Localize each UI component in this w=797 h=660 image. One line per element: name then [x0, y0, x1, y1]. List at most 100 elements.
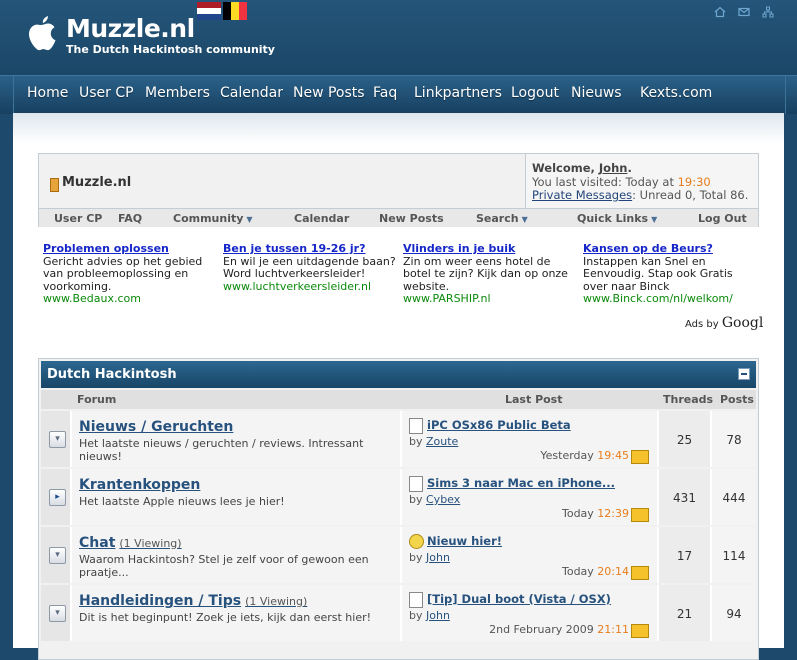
column-header-posts: Posts [720, 393, 754, 406]
ad-block: Kansen op de Beurs? Instappen kan Snel e… [583, 242, 758, 306]
forum-row: ▸ Krantenkoppen Het laatste Apple nieuws… [41, 469, 756, 525]
ad-text: Gericht advies op het gebied van problee… [43, 254, 203, 293]
netherlands-flag-icon[interactable] [197, 2, 221, 20]
nav-members[interactable]: Members [145, 85, 210, 101]
nav-linkpartners[interactable]: Linkpartners [414, 85, 502, 101]
nav-nieuws[interactable]: Nieuws [571, 85, 622, 101]
nav-logout[interactable]: Logout [511, 85, 559, 101]
document-icon [409, 592, 423, 608]
go-to-last-post-icon[interactable] [631, 566, 649, 580]
thread-count: 17 [676, 549, 693, 563]
chevron-down-icon: ▼ [521, 215, 528, 224]
go-to-last-post-icon[interactable] [631, 508, 649, 522]
forum-title-link[interactable]: Handleidingen / Tips (1 Viewing) [79, 593, 307, 609]
site-header: Muzzle.nl The Dutch Hackintosh community [0, 0, 797, 75]
category-title-link[interactable]: Dutch Hackintosh [47, 367, 177, 382]
ad-url-link[interactable]: www.luchtverkeersleider.nl [223, 280, 398, 294]
apple-logo-icon[interactable] [22, 14, 60, 56]
last-post-date: Today 20:14 [561, 565, 629, 578]
forum-status-new-icon: ▸ [49, 489, 66, 506]
breadcrumb-site-title[interactable]: Muzzle.nl [62, 175, 131, 190]
nav-faq[interactable]: Faq [373, 85, 397, 101]
forum-row: ▾ Chat (1 Viewing) Waarom Hackintosh? Ste… [41, 527, 756, 583]
ad-text: Zin om weer eens hotel de botel te zijn?… [403, 254, 568, 293]
ad-url-link[interactable]: www.Binck.com/nl/welkom/ [583, 292, 758, 306]
quick-links-menu[interactable]: Quick Links ▼ [577, 212, 657, 225]
quick-faq[interactable]: FAQ [118, 212, 142, 225]
welcome-username-link[interactable]: John [599, 161, 628, 175]
ad-url-link[interactable]: www.PARSHIP.nl [403, 292, 578, 306]
viewing-count: (1 Viewing) [245, 595, 308, 608]
quick-user-cp[interactable]: User CP [54, 212, 102, 225]
collapse-icon[interactable] [738, 368, 750, 380]
thread-count: 21 [676, 607, 693, 621]
post-count: 78 [726, 433, 742, 447]
forum-description: Het laatste Apple nieuws lees je hier! [79, 495, 285, 508]
chevron-down-icon: ▼ [651, 215, 658, 224]
last-post-user-link[interactable]: John [426, 609, 450, 622]
last-post-user-link[interactable]: John [426, 551, 450, 564]
post-count: 114 [722, 549, 746, 563]
page-content: Muzzle.nl Welcome, John. You last visite… [13, 113, 784, 660]
category-header: Dutch Hackintosh [41, 361, 756, 388]
column-headers: Forum Last Post Threads Posts [41, 390, 756, 409]
forum-status-old-icon: ▾ [49, 431, 66, 448]
nav-kexts[interactable]: Kexts.com [640, 85, 712, 101]
ads-by-google-link[interactable]: Ads by Googl [685, 315, 763, 331]
viewing-count: (1 Viewing) [119, 537, 182, 550]
last-post-user-link[interactable]: Zoute [426, 435, 458, 448]
column-header-last-post: Last Post [505, 393, 563, 406]
go-to-last-post-icon[interactable] [631, 624, 649, 638]
last-post-title-link[interactable]: [Tip] Dual boot (Vista / OSX) [427, 592, 611, 606]
mail-icon[interactable] [738, 6, 750, 18]
forum-category-table: Dutch Hackintosh Forum Last Post Threads… [38, 358, 759, 660]
welcome-panel: Welcome, John. You last visited: Today a… [532, 161, 749, 202]
last-visited-time: 19:30 [677, 174, 711, 189]
last-post-title-link[interactable]: Nieuw hier! [427, 534, 502, 548]
forum-title-link[interactable]: Chat (1 Viewing) [79, 535, 182, 551]
nav-home[interactable]: Home [27, 85, 68, 101]
last-post-user-link[interactable]: Cybex [426, 493, 460, 506]
ad-block: Vlinders in je buik Zin om weer eens hot… [403, 242, 578, 306]
forum-title-link[interactable]: Krantenkoppen [79, 477, 200, 493]
forum-title-link[interactable]: Nieuws / Geruchten [79, 419, 233, 435]
quick-calendar[interactable]: Calendar [294, 212, 349, 225]
nav-calendar[interactable]: Calendar [220, 85, 283, 101]
last-post-title-link[interactable]: iPC OSx86 Public Beta [427, 418, 571, 432]
google-logo: Googl [721, 315, 764, 331]
forum-description: Waarom Hackintosh? Stel je zelf voor of … [79, 553, 369, 579]
ad-block: Ben je tussen 19-26 jr? En wil je een ui… [223, 242, 398, 294]
site-name[interactable]: Muzzle.nl [66, 14, 195, 43]
sitemap-icon[interactable] [762, 6, 774, 18]
quick-log-out[interactable]: Log Out [698, 212, 747, 225]
thread-count: 431 [673, 491, 696, 505]
quick-community-menu[interactable]: Community ▼ [173, 212, 253, 225]
private-messages-link[interactable]: Private Messages [532, 188, 632, 202]
site-tagline: The Dutch Hackintosh community [66, 43, 275, 56]
welcome-box: Muzzle.nl Welcome, John. You last visite… [38, 153, 759, 227]
forum-row: ▾ Nieuws / Geruchten Het laatste nieuws … [41, 411, 756, 467]
forum-description: Het laatste nieuws / geruchten / reviews… [79, 437, 364, 463]
ad-text: Instappen kan Snel en Eenvoudig. Stap oo… [583, 254, 733, 293]
last-post-date: Today 12:39 [561, 507, 629, 520]
ad-block: Problemen oplossen Gericht advies op het… [43, 242, 218, 306]
go-to-last-post-icon[interactable] [631, 450, 649, 464]
nav-new-posts[interactable]: New Posts [293, 85, 365, 101]
smiley-icon [409, 534, 424, 549]
last-post-title-link[interactable]: Sims 3 naar Mac en iPhone... [427, 476, 615, 490]
belgium-flag-icon[interactable] [223, 2, 247, 20]
forum-row: ▾ Handleidingen / Tips (1 Viewing) Dit is… [41, 585, 756, 641]
quick-new-posts[interactable]: New Posts [379, 212, 444, 225]
forum-description: Dit is het beginpunt! Zoek je iets, kijk… [79, 611, 372, 624]
home-icon[interactable] [714, 6, 726, 18]
nav-user-cp[interactable]: User CP [79, 85, 134, 101]
post-count: 444 [722, 491, 746, 505]
document-icon [409, 418, 423, 434]
post-count: 94 [726, 607, 742, 621]
document-icon [409, 476, 423, 492]
ad-url-link[interactable]: www.Bedaux.com [43, 292, 218, 306]
quick-search-menu[interactable]: Search ▼ [476, 212, 528, 225]
forum-status-old-icon: ▾ [49, 605, 66, 622]
column-header-forum: Forum [77, 393, 117, 406]
thread-count: 25 [676, 433, 693, 447]
